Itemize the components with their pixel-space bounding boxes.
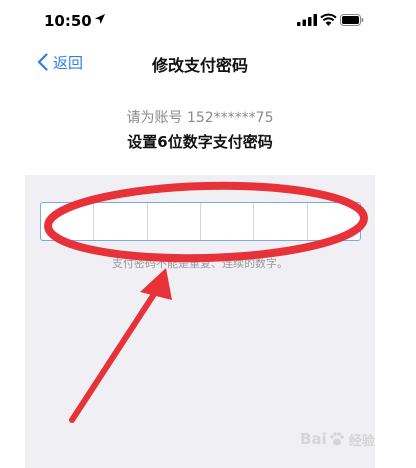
- watermark: Bai 经验: [300, 428, 375, 450]
- header-panel: 10:50 返回 修改支付密码 请为账号 152******75 设置6位数字支…: [25, 0, 375, 175]
- pin-digit-cell[interactable]: [94, 203, 148, 240]
- pin-input[interactable]: [40, 202, 361, 241]
- pin-digit-cell[interactable]: [148, 203, 201, 240]
- pin-rule-text: 支付密码不能是重复、连续的数字。: [112, 257, 288, 270]
- pin-digit-cell[interactable]: [308, 203, 360, 240]
- navigation-bar: 返回 修改支付密码: [25, 45, 375, 79]
- watermark-brand-right: 经验: [348, 433, 375, 449]
- pin-digit-cell[interactable]: [254, 203, 308, 240]
- status-bar: 10:50: [25, 0, 375, 40]
- wifi-icon: [320, 13, 337, 26]
- account-hint: 请为账号 152******75: [126, 110, 274, 126]
- pin-digit-cell[interactable]: [41, 203, 95, 240]
- pin-digit-cell[interactable]: [201, 203, 255, 240]
- watermark-brand-left: Bai: [300, 430, 327, 448]
- pin-instruction: 设置6位数字支付密码: [127, 133, 273, 151]
- status-time: 10:50: [44, 12, 92, 30]
- signal-icon: [297, 14, 317, 26]
- location-arrow-icon: [95, 14, 105, 24]
- phone-screen: 10:50 返回 修改支付密码 请为账号 152******75 设置6位数字支…: [25, 0, 375, 468]
- paw-icon: [329, 432, 344, 446]
- page-title: 修改支付密码: [151, 56, 248, 75]
- battery-icon: [340, 14, 364, 26]
